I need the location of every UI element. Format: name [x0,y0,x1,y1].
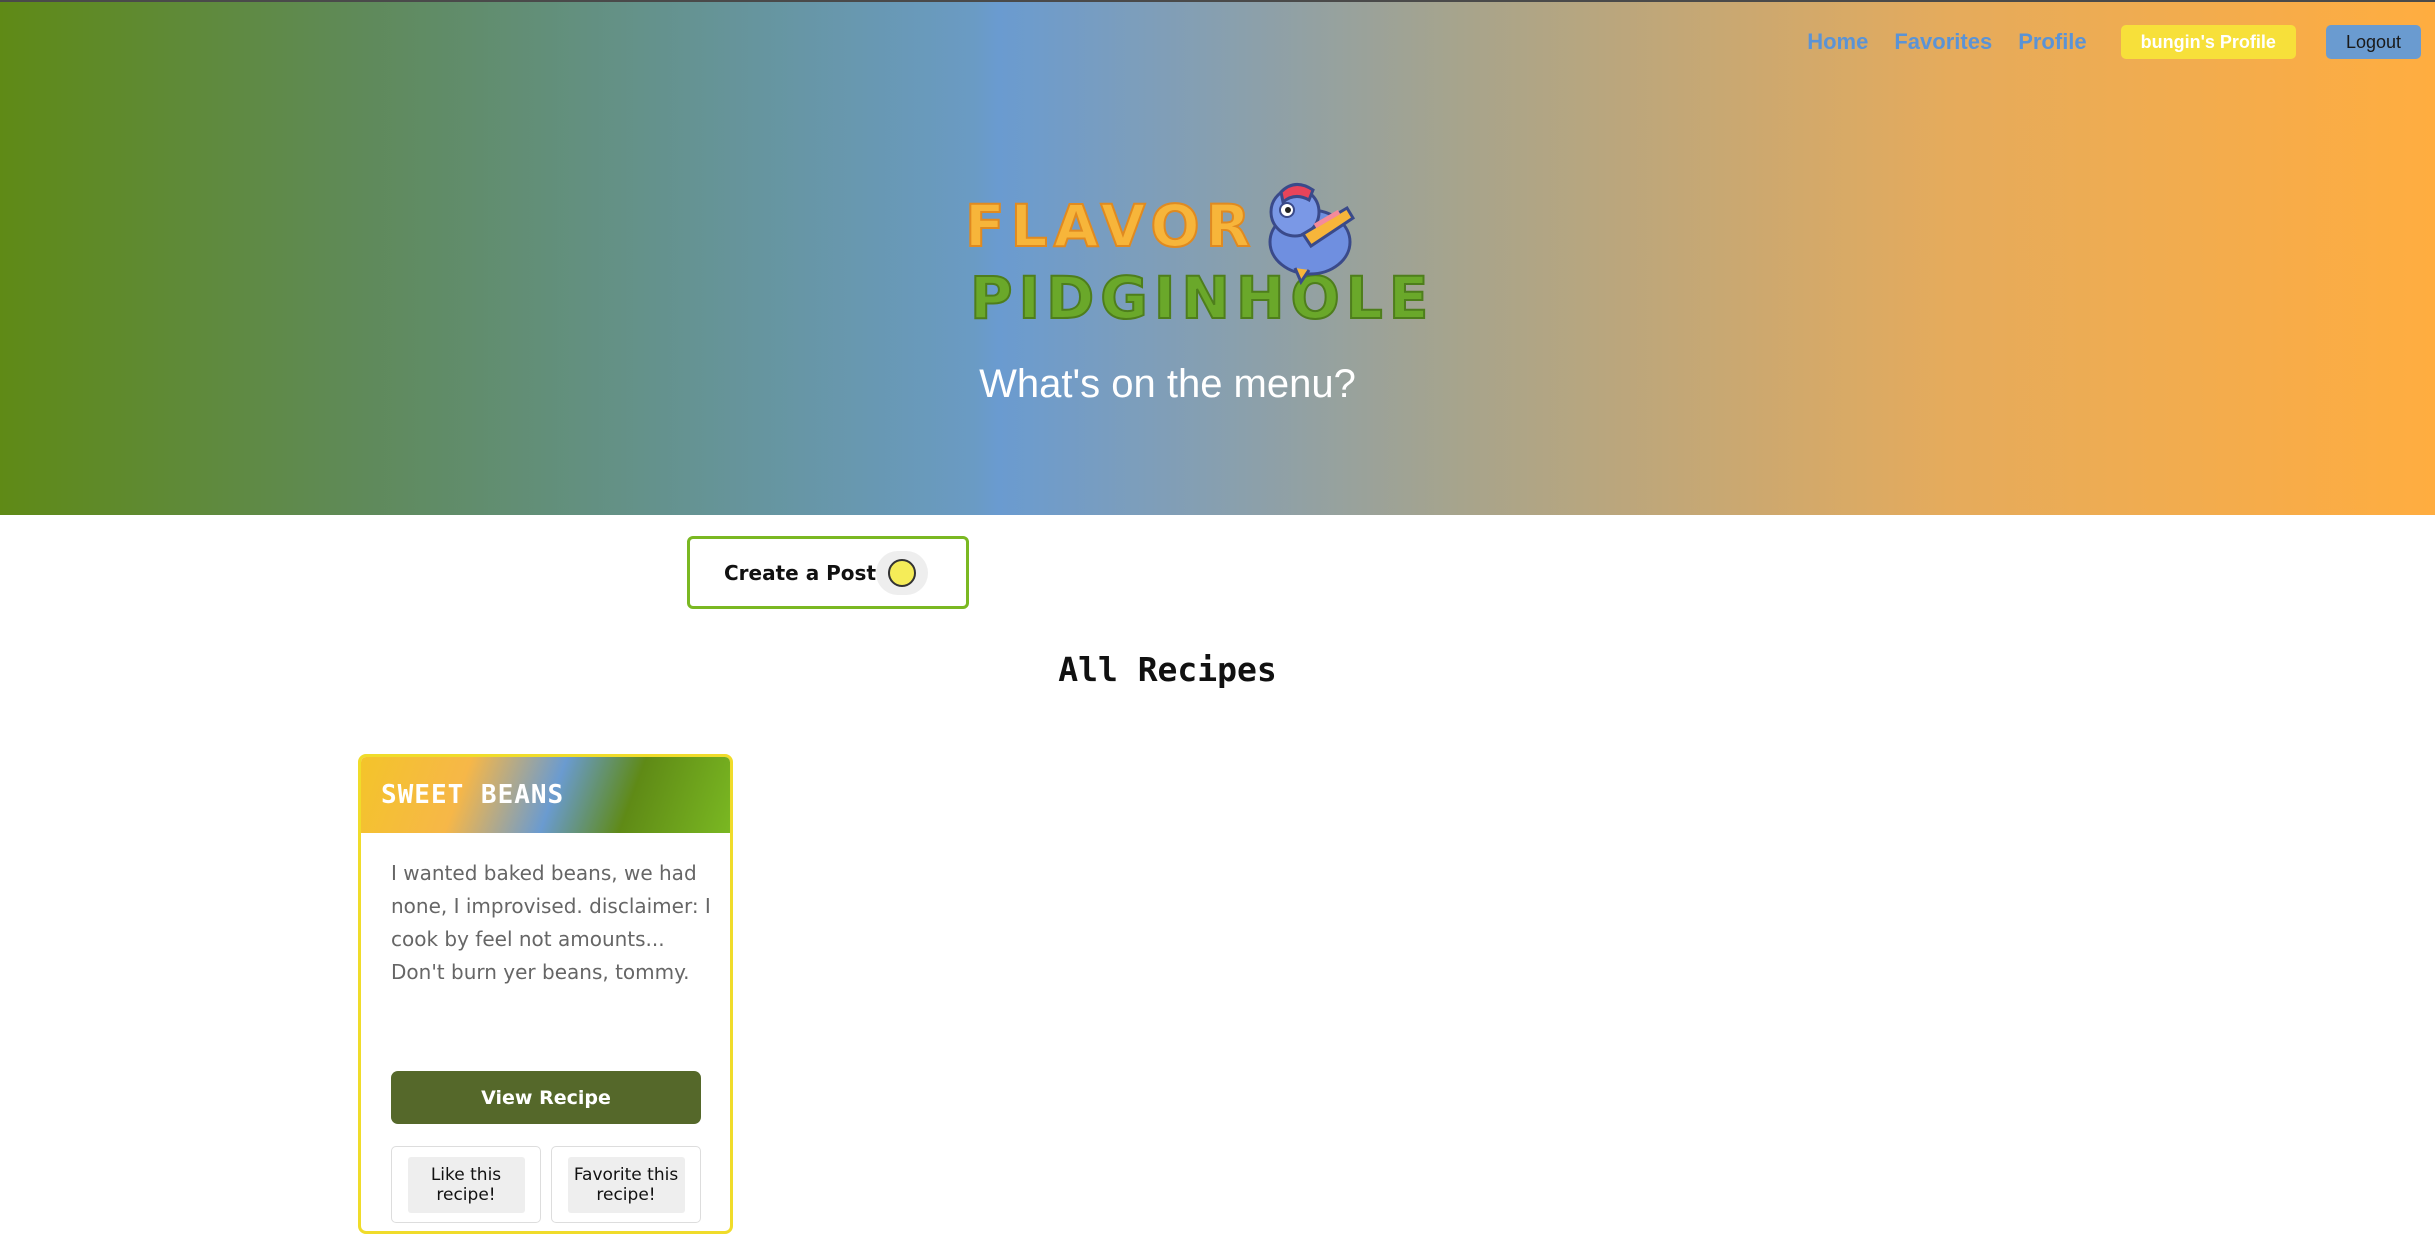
favorite-recipe-button[interactable]: Favorite this recipe! [567,1156,685,1213]
pigeon-mascot-icon [1268,183,1356,285]
top-nav: Home Favorites Profile bungin's Profile … [1807,22,2421,62]
favorite-box: Favorite this recipe! [551,1146,701,1223]
nav-home-link[interactable]: Home [1807,29,1868,55]
hero-banner: Home Favorites Profile bungin's Profile … [0,0,2435,515]
create-post-label: Create a Post [724,560,877,585]
recipe-title: SWEET BEANS [381,780,565,810]
create-post-toggle[interactable] [876,551,928,595]
view-recipe-button[interactable]: View Recipe [391,1071,701,1124]
create-post-button[interactable]: Create a Post [687,536,969,609]
like-box: Like this recipe! [391,1146,541,1223]
nav-favorites-link[interactable]: Favorites [1894,29,1992,55]
site-logo: FLAVOR PIDGINHOLE [964,180,1429,333]
logo-text-line1: FLAVOR [964,191,1257,261]
yellow-dot-icon [888,559,916,587]
recipe-card-header: SWEET BEANS [361,757,730,833]
nav-profile-link[interactable]: Profile [2018,29,2086,55]
recipe-card: SWEET BEANS I wanted baked beans, we had… [358,754,733,1234]
logout-button[interactable]: Logout [2325,25,2421,59]
recipe-description: I wanted baked beans, we had none, I imp… [391,861,711,984]
like-recipe-button[interactable]: Like this recipe! [407,1156,525,1213]
user-profile-button[interactable]: bungin's Profile [2120,25,2296,59]
section-title: All Recipes [1058,650,1277,689]
hero-tagline: What's on the menu? [979,362,1356,406]
